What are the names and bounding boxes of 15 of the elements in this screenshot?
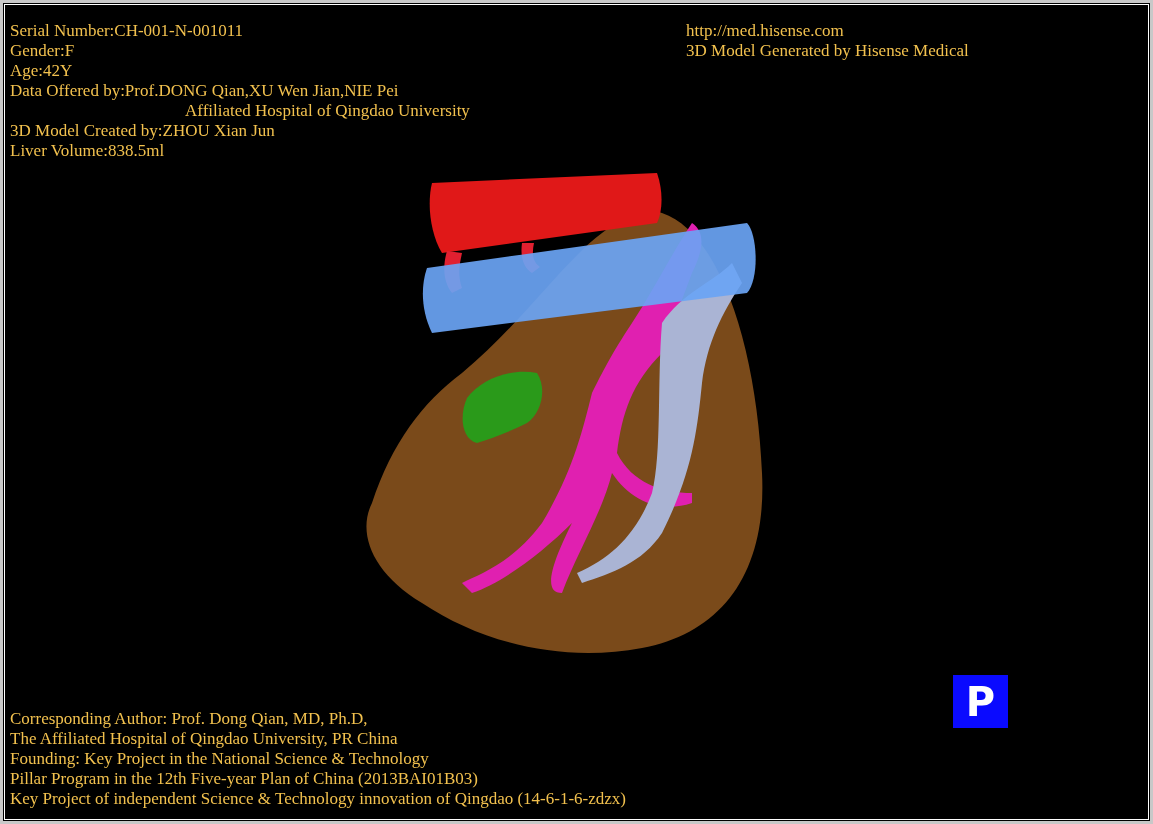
info-text: The Affiliated Hospital of Qingdao University, PR China <box>10 729 399 749</box>
info-text: Pillar Program in the 12th Five-year Plan of China (2013BAI01B03) <box>10 769 479 789</box>
info-text: 3D Model Generated by Hisense Medical <box>686 41 970 61</box>
info-text: 3D Model Created by:ZHOU Xian Jun <box>10 121 276 141</box>
info-text: Liver Volume:838.5ml <box>10 141 166 161</box>
info-text: Corresponding Author: Prof. Dong Qian, MD, Ph.D, <box>10 709 369 729</box>
info-text: Data Offered by:Prof.DONG Qian,XU Wen Jian,NIE Pei <box>10 81 400 101</box>
info-text: Key Project of independent Science & Technology innovation of Qingdao (14-6-1-6-zdzx) <box>10 789 627 809</box>
info-text: Affiliated Hospital of Qingdao University <box>184 101 470 121</box>
info-text: Gender:F <box>10 41 76 61</box>
view-button[interactable]: P <box>953 675 1008 728</box>
info-text: Age:42Y <box>10 61 74 81</box>
info-text: Serial Number:CH-001-N-001011 <box>10 21 245 41</box>
info-text: http://med.hisense.com <box>686 21 845 41</box>
info-text: Founding: Key Project in the National Science & Technology <box>10 749 430 769</box>
